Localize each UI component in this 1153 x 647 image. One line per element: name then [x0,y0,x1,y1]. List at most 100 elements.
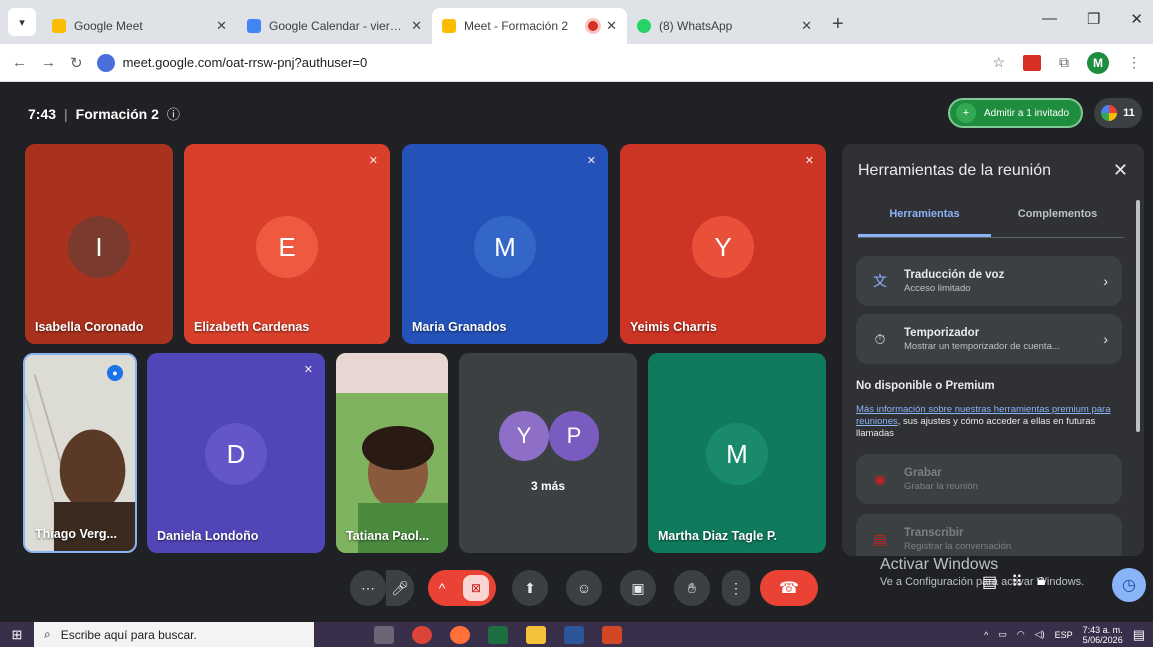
more-audio-options-button[interactable]: ⋯ [350,570,386,606]
back-icon[interactable]: ← [12,54,27,71]
emoji-reactions-button[interactable]: ☺ [566,570,602,606]
participant-name: Thiago Verg... [35,527,117,541]
new-tab-button[interactable]: + [832,13,844,36]
participant-tile[interactable]: ✕ E Elizabeth Cardenas [184,144,390,344]
windows-start-icon[interactable]: ⊞ [0,622,34,647]
captions-button[interactable]: ▣ [620,570,656,606]
panel-scrollbar[interactable] [1136,200,1140,432]
participant-tile[interactable]: M Martha Diaz Tagle P. [648,353,826,553]
windows-taskbar: ⊞ ⌕ Escribe aquí para buscar. ^ ▭ ◠ ◁) E… [0,622,1153,647]
participant-tile[interactable]: I Isabella Coronado [25,144,173,344]
chat-icon[interactable]: ▤ [982,572,997,592]
meeting-tools-button[interactable]: ◷ [1112,568,1146,602]
participant-tile[interactable]: ✕ D Daniela Londoño [147,353,325,553]
tray-chevron-icon[interactable]: ^ [984,630,988,640]
browser-tab-active[interactable]: Meet - Formación 2 ✕ [432,8,627,44]
record-item: ◉ Grabar Grabar la reunión [856,454,1122,504]
extension-icon[interactable] [1023,54,1041,71]
site-info-icon[interactable] [96,53,115,72]
camera-options-button[interactable]: ^ [428,570,456,606]
close-icon[interactable]: ✕ [1113,160,1128,181]
participants-button[interactable]: 11 [1094,98,1142,128]
close-icon[interactable]: ✕ [411,18,422,34]
wifi-icon[interactable]: ◠ [1017,629,1025,640]
tab-addons[interactable]: Complementos [991,208,1124,237]
meet-favicon [52,19,66,33]
more-options-button[interactable]: ⋮ [722,570,750,606]
chrome-icon[interactable] [412,625,432,644]
participant-tile[interactable]: ✕ M Maria Granados [402,144,608,344]
tab-title: Google Calendar - viernes, 5 de [269,19,404,33]
system-tray: ^ ▭ ◠ ◁) ESP 7:43 a. m. 5/06/2026 ▤ [984,622,1145,647]
meeting-time: 7:43 [28,105,57,122]
item-subtitle: Mostrar un temporizador de cuenta... [904,340,1060,352]
participant-tile[interactable]: Tatiana Paol... [336,353,448,553]
camera-toggle-button[interactable]: ⊠ [456,570,496,606]
meeting-title: 7:43 | Formación 2 ⓘ [28,104,180,123]
browser-tab[interactable]: Google Meet ✕ [42,8,237,44]
powerpoint-icon[interactable] [602,625,622,644]
browser-tab[interactable]: Google Calendar - viernes, 5 de ✕ [237,8,432,44]
add-person-icon: + [956,103,976,123]
raise-hand-button[interactable]: ✋︎ [674,570,710,606]
participant-video [336,353,448,553]
item-title: Temporizador [904,326,980,339]
speech-translation-item[interactable]: 文 Traducción de voz Acceso limitado › [856,256,1122,306]
info-icon[interactable]: ⓘ [167,104,180,123]
participant-avatar: Y [499,411,549,461]
close-icon[interactable]: ✕ [801,18,812,34]
participant-avatar: E [256,216,318,278]
browser-menu-icon[interactable]: ⋮ [1127,54,1141,71]
activities-icon[interactable]: ⠿ [1011,572,1023,592]
timer-item[interactable]: ⏱ Temporizador Mostrar un temporizador d… [856,314,1122,364]
item-text: Traducción de voz Acceso limitado [904,269,1089,294]
leave-call-button[interactable]: ☎ [760,570,818,606]
item-text: Transcribir Registrar la conversación [904,527,1108,552]
close-window-icon[interactable]: ✕ [1130,10,1143,28]
more-participants-tile[interactable]: Y P 3 más [459,353,637,553]
taskbar-search[interactable]: ⌕ Escribe aquí para buscar. [34,622,314,647]
volume-icon[interactable]: ◁) [1035,629,1045,640]
item-title: Grabar [904,466,942,479]
chevron-right-icon: › [1103,273,1108,289]
participant-tile-speaking[interactable]: ● Thiago Verg... [23,353,137,553]
excel-icon[interactable] [488,625,508,644]
close-icon[interactable]: ✕ [606,18,617,34]
tab-search-button[interactable]: ▾ [8,8,36,36]
forward-icon[interactable]: → [41,54,56,71]
mic-muted-icon: ✕ [303,364,313,376]
bookmark-star-icon[interactable]: ☆ [992,54,1005,71]
participant-tile[interactable]: ✕ Y Yeimis Charris [620,144,826,344]
url-field[interactable]: meet.google.com/oat-rrsw-pnj?authuser=0 [96,53,979,72]
mic-muted-icon: ✕ [368,155,378,167]
word-icon[interactable] [564,625,584,644]
toolbar-actions: ☆ ⧉ M ⋮ [992,51,1141,74]
clock-date: 5/06/2026 [1082,634,1123,645]
restore-icon[interactable]: ❐ [1087,10,1100,28]
microphone-button[interactable]: 🎤︎ [386,570,414,606]
clock-time: 7:43 a. m. [1082,624,1123,635]
firefox-icon[interactable] [450,625,470,644]
tab-title: Meet - Formación 2 [464,19,569,33]
profile-avatar[interactable]: M [1087,51,1109,74]
present-screen-button[interactable]: ⬆ [512,570,548,606]
browser-tab[interactable]: (8) WhatsApp ✕ [627,8,822,44]
host-controls-icon[interactable]: 🔒︎ [1037,572,1046,592]
reload-icon[interactable]: ↻ [70,54,83,72]
mic-muted-icon: ✕ [804,155,814,167]
tab-tools[interactable]: Herramientas [858,208,991,237]
notifications-icon[interactable]: ▤ [1133,627,1145,643]
task-view-icon[interactable] [374,625,394,644]
close-icon[interactable]: ✕ [216,18,227,34]
battery-icon[interactable]: ▭ [998,629,1007,640]
clock[interactable]: 7:43 a. m. 5/06/2026 [1083,625,1123,645]
extensions-puzzle-icon[interactable]: ⧉ [1059,54,1069,71]
premium-section-title: No disponible o Premium [856,380,995,392]
camera-off-icon: ⊠ [463,575,489,601]
language-indicator[interactable]: ESP [1055,630,1073,640]
people-icon [1101,105,1118,121]
admit-guest-button[interactable]: + Admitir a 1 invitado [948,98,1084,128]
calendar-favicon [247,19,261,33]
minimize-icon[interactable]: — [1042,10,1057,28]
file-explorer-icon[interactable] [526,625,546,644]
